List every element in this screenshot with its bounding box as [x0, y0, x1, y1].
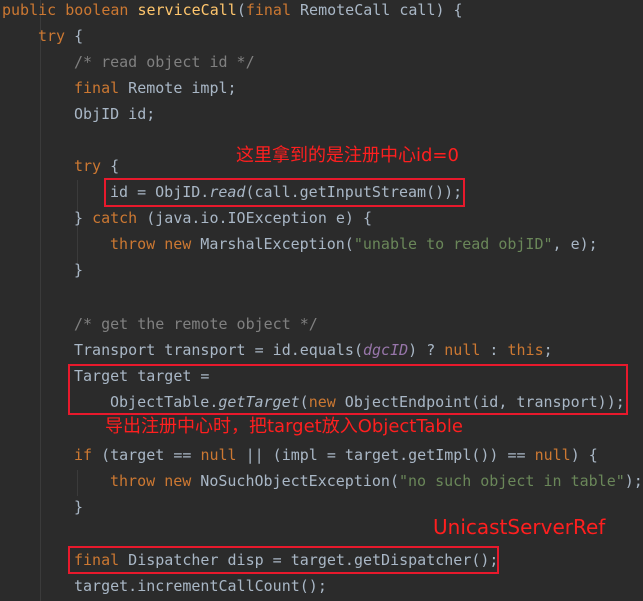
keyword: final — [245, 1, 291, 19]
keyword: null — [534, 446, 571, 464]
annotation-registry-id: 这里拿到的是注册中心id=0 — [236, 145, 459, 166]
annotation-export-registry: 导出注册中心时，把target放入ObjectTable — [105, 416, 463, 437]
code-text: } — [74, 498, 84, 516]
code-text: } — [74, 209, 93, 227]
code-line-inner-try[interactable]: try { — [74, 154, 119, 178]
code-text: ); — [624, 472, 643, 490]
code-text: { — [101, 157, 120, 175]
code-line-catch[interactable]: } catch (java.io.IOException e) { — [74, 206, 372, 230]
code-line-try[interactable]: try { — [38, 24, 83, 48]
keyword: new — [164, 472, 192, 490]
keyword: try — [74, 157, 102, 175]
code-text: ( — [236, 1, 246, 19]
code-text: ) { — [570, 446, 598, 464]
keyword: throw — [110, 235, 156, 253]
code-comment: /* get the remote object */ — [74, 315, 318, 333]
string-literal: "no such object in table" — [399, 472, 625, 490]
keyword: null — [444, 341, 481, 359]
highlight-box-get-target — [68, 364, 628, 415]
keyword: catch — [92, 209, 138, 227]
code-text: (java.io.IOException e) { — [137, 209, 373, 227]
code-text: ) ? — [408, 341, 445, 359]
code-text: : — [480, 341, 508, 359]
code-comment: /* read object id */ — [74, 53, 255, 71]
code-line-throw-marshal[interactable]: throw new MarshalException("unable to re… — [110, 232, 598, 256]
code-line-objid-decl[interactable]: ObjID id; — [74, 102, 155, 126]
code-line-increment[interactable]: target.incrementCallCount(); — [74, 574, 327, 598]
keyword: new — [164, 235, 192, 253]
static-field: dgcID — [362, 341, 409, 359]
keyword: public — [2, 1, 57, 19]
method-name: serviceCall — [137, 1, 237, 19]
code-text: || (impl = target.getImpl()) == — [236, 446, 535, 464]
code-line-comment[interactable]: /* read object id */ — [74, 50, 255, 74]
indent-guide — [77, 470, 78, 496]
code-text: Remote impl; — [119, 79, 237, 97]
code-line-close-brace[interactable]: } — [74, 258, 83, 282]
code-line-comment[interactable]: /* get the remote object */ — [74, 312, 318, 336]
code-text: target.incrementCallCount(); — [74, 577, 327, 595]
indent-guide — [40, 0, 41, 601]
code-text: { — [65, 27, 84, 45]
code-text: , e); — [552, 235, 598, 253]
string-literal: "unable to read objID" — [353, 235, 553, 253]
code-text: (target == — [92, 446, 201, 464]
keyword: boolean — [65, 1, 129, 19]
code-editor[interactable]: public boolean serviceCall(final RemoteC… — [0, 0, 643, 601]
code-text: Transport transport = id.equals( — [74, 341, 363, 359]
keyword: if — [74, 446, 93, 464]
code-text: ; — [543, 341, 553, 359]
keyword: this — [507, 341, 544, 359]
keyword: throw — [110, 472, 156, 490]
keyword: try — [38, 27, 66, 45]
code-line-throw-nosuchobject[interactable]: throw new NoSuchObjectException("no such… — [110, 469, 643, 493]
code-text: RemoteCall call) { — [291, 1, 463, 19]
code-line-close-brace[interactable]: } — [74, 495, 83, 519]
code-line-impl-decl[interactable]: final Remote impl; — [74, 76, 237, 100]
code-line-method-signature[interactable]: public boolean serviceCall(final RemoteC… — [2, 0, 463, 22]
code-text: NoSuchObjectException( — [191, 472, 399, 490]
keyword: null — [200, 446, 237, 464]
annotation-class-name: UnicastServerRef — [433, 515, 606, 539]
highlight-box-dispatcher — [68, 546, 499, 574]
code-line-if-null[interactable]: if (target == null || (impl = target.get… — [74, 443, 598, 467]
highlight-box-read-id — [104, 178, 465, 207]
code-text: ObjID id; — [74, 105, 156, 123]
code-line-transport[interactable]: Transport transport = id.equals(dgcID) ?… — [74, 338, 553, 362]
keyword: final — [74, 79, 120, 97]
code-text: MarshalException( — [191, 235, 354, 253]
code-text: } — [74, 261, 84, 279]
